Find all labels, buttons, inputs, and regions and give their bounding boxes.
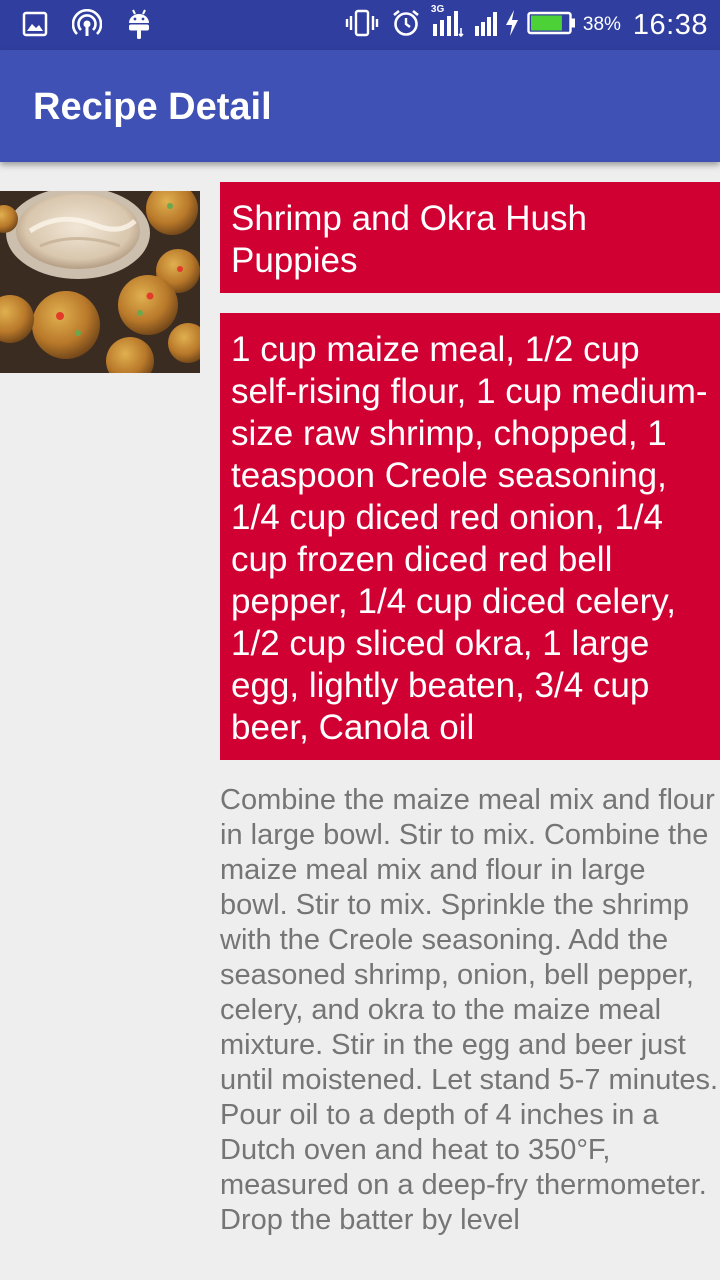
ingredients-card: 1 cup maize meal, 1/2 cup self-rising fl…: [220, 313, 720, 760]
directions-text: Combine the maize meal mix and flour in …: [220, 784, 719, 1236]
status-bar: 3G 38% 16:38: [0, 0, 720, 50]
hush-puppies-photo: [0, 191, 200, 373]
app-bar: Recipe Detail: [0, 50, 720, 162]
clock: 16:38: [632, 8, 708, 41]
page-title: Recipe Detail: [33, 86, 272, 128]
recipe-title: Shrimp and Okra Hush Puppies: [231, 199, 587, 280]
recipe-image: [0, 191, 200, 373]
recipe-title-card: Shrimp and Okra Hush Puppies: [220, 182, 720, 293]
hotspot-icon: [71, 8, 103, 43]
charging-icon: [503, 8, 521, 42]
battery-icon: [527, 10, 577, 40]
android-icon: [126, 8, 152, 44]
battery-percent: 38%: [582, 14, 621, 35]
network-type-label: 3G: [430, 4, 445, 15]
vibrate-icon: [345, 8, 379, 42]
ingredients-text: 1 cup maize meal, 1/2 cup self-rising fl…: [231, 330, 708, 747]
image-icon: [22, 11, 48, 41]
notification-icons: [22, 8, 152, 44]
system-status: 3G 38% 16:38: [345, 4, 708, 42]
signal-icon: [473, 8, 501, 42]
alarm-icon: [391, 8, 421, 42]
signal-3g-icon: 3G: [431, 4, 465, 42]
